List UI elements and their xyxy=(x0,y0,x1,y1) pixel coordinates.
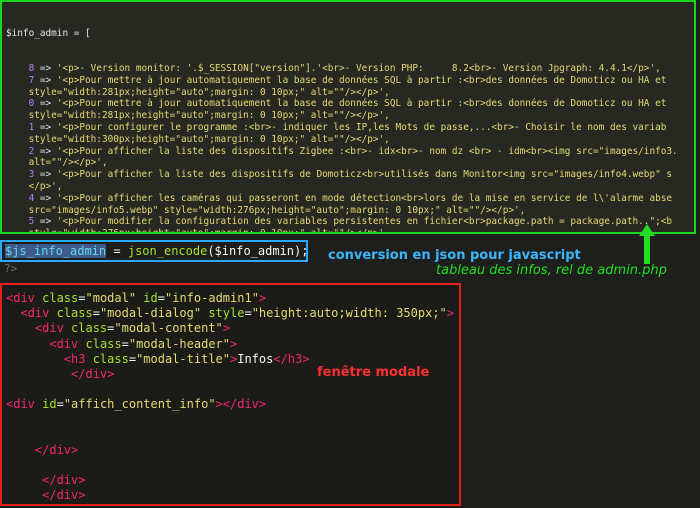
code-line: style="width:281px;height="auto";margin:… xyxy=(6,110,390,122)
code-line: 0 => '<p>Pour mettre à jour automatiquem… xyxy=(28,98,667,110)
up-arrow-icon xyxy=(639,224,655,264)
html-line: <div class="modal-content"> xyxy=(34,321,231,336)
code-line: src="images/info5.webp" style="width:276… xyxy=(6,204,526,216)
html-line xyxy=(6,382,459,397)
code-line: 8 => '<p>- Version monitor: '.$_SESSION[… xyxy=(28,62,661,74)
array-header: $info_admin = [ xyxy=(6,27,91,39)
code-line: style="width:276px;height="auto";margin:… xyxy=(6,228,390,234)
html-line xyxy=(6,428,459,443)
js-op: = xyxy=(106,244,128,258)
html-line: </div> xyxy=(42,473,86,488)
html-line: <div class="modal" id="info-admin1"> xyxy=(6,291,267,305)
code-line: 2 => '<p>Pour afficher la liste des disp… xyxy=(28,145,678,157)
html-line: </div> xyxy=(34,442,79,457)
php-array-code-panel: $info_admin = [ 8 => '<p>- Version monit… xyxy=(0,0,696,234)
code-line: 4 => '<p>Pour afficher les caméras qui p… xyxy=(28,192,673,204)
code-line: </p>', xyxy=(6,180,63,192)
modal-html-code: <div class="modal" id="info-admin1"> <di… xyxy=(2,285,459,504)
array-lines: 8 => '<p>- Version monitor: '.$_SESSION[… xyxy=(6,62,694,234)
json-encode-line: $js_info_admin = json_encode($info_admin… xyxy=(0,240,308,262)
html-line xyxy=(6,413,459,428)
html-line: <div class="modal-header"> xyxy=(49,336,238,351)
code-line: 3 => '<p>Pour afficher la liste des disp… xyxy=(28,169,673,181)
html-line: <div id="affich_content_info"></div> xyxy=(6,397,267,412)
code-line: 5 => '<p>Pour modifier la configuration … xyxy=(28,216,673,228)
js-func: json_encode xyxy=(127,244,208,258)
code-line: alt=""/></p>', xyxy=(6,157,108,169)
php-array-code: $info_admin = [ 8 => '<p>- Version monit… xyxy=(2,2,694,234)
table-annotation: tableau des infos, rel de admin.php xyxy=(436,263,667,278)
code-line: style="width:300px;height="auto";margin:… xyxy=(6,133,390,145)
js-var: $js_info_admin xyxy=(5,244,107,258)
code-line: style="width:281px;height="auto";margin:… xyxy=(6,86,390,98)
html-line: </div> xyxy=(42,488,86,503)
html-line: <div class="modal-dialog" style="height:… xyxy=(20,306,455,321)
js-args: ($info_admin); xyxy=(207,244,308,258)
modal-html-code-panel: <div class="modal" id="info-admin1"> <di… xyxy=(0,283,461,506)
code-line: 1 => '<p>Pour configurer le programme :<… xyxy=(28,121,667,133)
php-close-tag: ?> xyxy=(4,262,18,275)
code-line: 7 => '<p>Pour mettre à jour automatiquem… xyxy=(28,74,667,86)
modal-annotation: fenêtre modale xyxy=(317,365,430,380)
html-line xyxy=(6,458,459,473)
json-annotation: conversion en json pour javascript xyxy=(328,248,581,263)
